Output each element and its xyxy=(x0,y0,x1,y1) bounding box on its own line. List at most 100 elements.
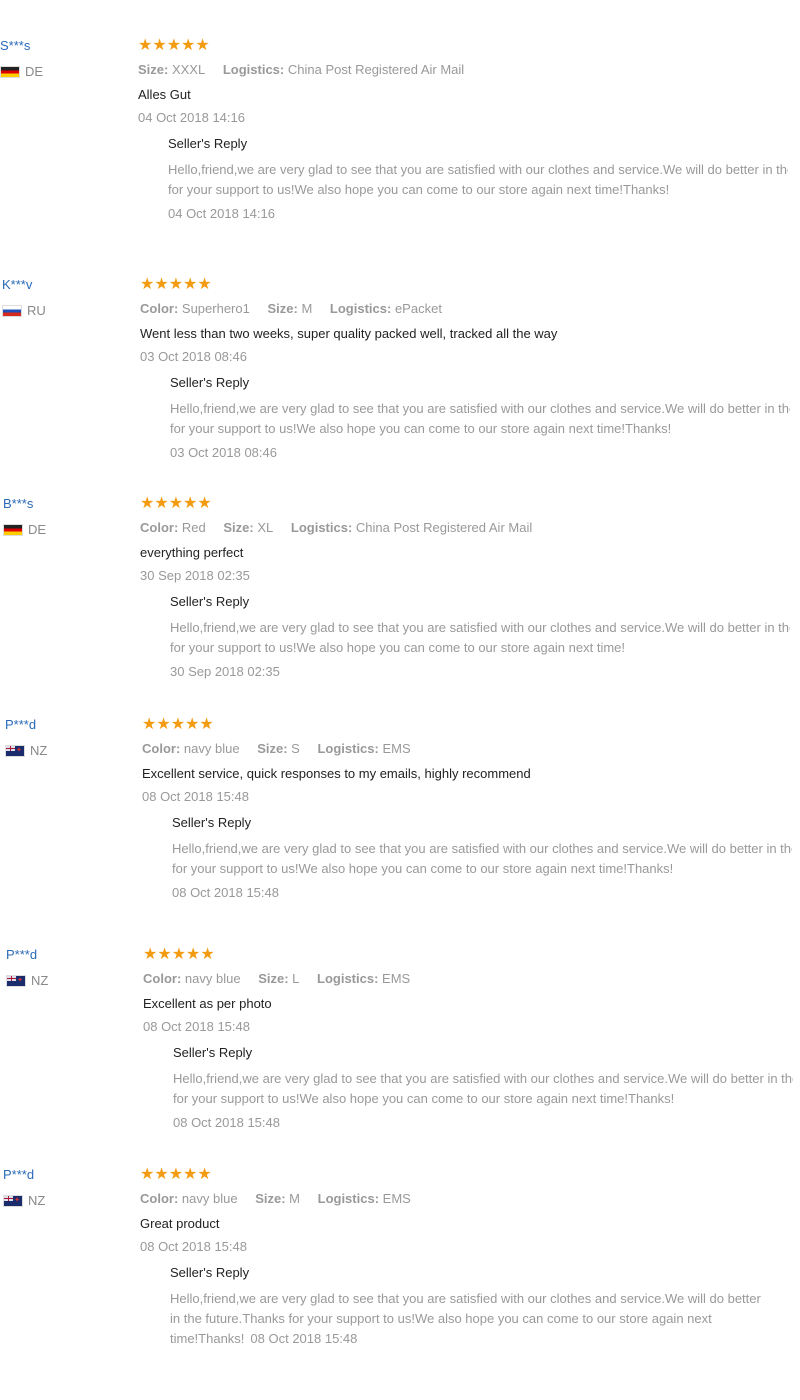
seller-reply: Seller's Reply Hello,friend,we are very … xyxy=(173,1045,800,1133)
review-body: ★★★★★ Size: XXXL Logistics: China Post R… xyxy=(138,38,798,224)
flag-icon xyxy=(6,974,26,987)
flag-icon xyxy=(2,304,22,317)
buyer-country: DE xyxy=(3,522,46,537)
attr-value: navy blue xyxy=(181,1191,238,1206)
buyer-name[interactable]: S***s xyxy=(0,38,30,53)
buyer-country: NZ xyxy=(5,743,47,758)
seller-reply-date: 04 Oct 2018 14:16 xyxy=(168,206,275,221)
review-date: 08 Oct 2018 15:48 xyxy=(142,789,249,804)
country-code: DE xyxy=(25,64,44,79)
attr-key: Logistics: xyxy=(329,301,392,316)
attr-key: Size: xyxy=(257,741,288,756)
order-attributes: Size: XXXL Logistics: China Post Registe… xyxy=(138,62,798,80)
attr-key: Logistics: xyxy=(317,741,379,756)
seller-reply-text: Hello,friend,we are very glad to see tha… xyxy=(168,160,788,200)
order-attributes: Color: navy blue Size: S Logistics: EMS xyxy=(142,741,800,759)
country-code: NZ xyxy=(30,743,48,758)
attr-key: Size: xyxy=(223,520,254,535)
buyer-name[interactable]: P***d xyxy=(5,717,36,732)
attr-value: EMS xyxy=(382,1191,411,1206)
reply-line: Hello,friend,we are very glad to see tha… xyxy=(170,401,790,416)
reply-line-end: time!Thanks! xyxy=(170,1331,245,1346)
review-date: 04 Oct 2018 14:16 xyxy=(138,110,245,125)
star-rating: ★★★★★ xyxy=(143,946,215,963)
flag-icon xyxy=(3,523,23,536)
reply-line: for your support to us!We also hope you … xyxy=(173,1091,675,1106)
attr-value: ePacket xyxy=(394,301,442,316)
seller-reply-title: Seller's Reply xyxy=(170,594,250,609)
seller-reply-date: 03 Oct 2018 08:46 xyxy=(170,445,277,460)
review-text: Went less than two weeks, super quality … xyxy=(140,326,558,341)
country-code: NZ xyxy=(31,973,49,988)
attr-value: EMS xyxy=(382,971,411,986)
review-body: ★★★★★ Color: Red Size: XL Logistics: Chi… xyxy=(140,496,800,682)
buyer-name[interactable]: B***s xyxy=(3,496,33,511)
attr-value: navy blue xyxy=(184,971,241,986)
seller-reply-date: 30 Sep 2018 02:35 xyxy=(170,664,280,679)
flag-icon xyxy=(0,65,20,78)
attr-value: Red xyxy=(181,520,206,535)
attr-key: Logistics: xyxy=(290,520,353,535)
buyer-name[interactable]: K***v xyxy=(2,277,32,292)
attr-value: EMS xyxy=(382,741,411,756)
country-code: DE xyxy=(28,522,47,537)
order-attributes: Color: navy blue Size: M Logistics: EMS xyxy=(140,1191,800,1209)
buyer-country: DE xyxy=(0,64,43,79)
seller-reply-text: Hello,friend,we are very glad to see tha… xyxy=(170,618,790,658)
seller-reply-title: Seller's Reply xyxy=(170,375,250,390)
seller-reply-title: Seller's Reply xyxy=(170,1265,250,1280)
attr-key: Color: xyxy=(143,971,182,986)
flag-icon xyxy=(3,1194,23,1207)
star-rating: ★★★★★ xyxy=(140,495,212,512)
review-list: S***s DE ★★★★★ Size: XXXL Logistics: Chi… xyxy=(0,0,800,1400)
attr-key: Size: xyxy=(255,1191,286,1206)
seller-reply-date: 08 Oct 2018 15:48 xyxy=(173,1115,280,1130)
seller-reply-text: Hello,friend,we are very glad to see tha… xyxy=(172,839,792,879)
reply-line: for your support to us!We also hope you … xyxy=(172,861,674,876)
star-rating: ★★★★★ xyxy=(140,276,212,293)
attr-value: navy blue xyxy=(183,741,240,756)
attr-key: Size: xyxy=(267,301,298,316)
review-text: everything perfect xyxy=(140,545,244,560)
reply-line: Hello,friend,we are very glad to see tha… xyxy=(172,841,792,856)
review-body: ★★★★★ Color: Superhero1 Size: M Logistic… xyxy=(140,277,800,463)
attr-value: S xyxy=(291,741,300,756)
review-date: 08 Oct 2018 15:48 xyxy=(140,1239,247,1254)
review-text: Excellent as per photo xyxy=(143,996,272,1011)
buyer-country: NZ xyxy=(6,973,48,988)
seller-reply: Seller's Reply Hello,friend,we are very … xyxy=(170,594,800,682)
attr-value: L xyxy=(292,971,300,986)
attr-key: Color: xyxy=(140,520,179,535)
attr-key: Logistics: xyxy=(317,971,379,986)
reply-line: Hello,friend,we are very glad to see tha… xyxy=(170,620,790,635)
buyer-country: RU xyxy=(2,303,46,318)
seller-reply-title: Seller's Reply xyxy=(168,136,248,151)
attr-value: XXXL xyxy=(171,62,206,77)
attr-value: China Post Registered Air Mail xyxy=(287,62,465,77)
seller-reply-title: Seller's Reply xyxy=(172,815,252,830)
review-date: 03 Oct 2018 08:46 xyxy=(140,349,247,364)
review-body: ★★★★★ Color: navy blue Size: L Logistics… xyxy=(143,947,800,1133)
attr-value: China Post Registered Air Mail xyxy=(355,520,533,535)
attr-key: Logistics: xyxy=(317,1191,380,1206)
order-attributes: Color: Superhero1 Size: M Logistics: ePa… xyxy=(140,301,800,319)
reply-line: for your support to us!We also hope you … xyxy=(170,421,672,436)
seller-reply: Seller's Reply Hello,friend,we are very … xyxy=(170,375,800,463)
country-code: NZ xyxy=(28,1193,46,1208)
seller-reply-title: Seller's Reply xyxy=(173,1045,253,1060)
reply-line: time!Thanks! 08 Oct 2018 15:48 xyxy=(170,1329,790,1349)
review-date: 08 Oct 2018 15:48 xyxy=(143,1019,250,1034)
reply-line: Hello,friend,we are very glad to see tha… xyxy=(168,162,788,177)
attr-key: Color: xyxy=(140,301,179,316)
seller-reply: Seller's Reply Hello,friend,we are very … xyxy=(168,136,798,224)
seller-reply-text: Hello,friend,we are very glad to see tha… xyxy=(170,1289,790,1349)
review-date: 30 Sep 2018 02:35 xyxy=(140,568,250,583)
buyer-name[interactable]: P***d xyxy=(6,947,37,962)
attr-key: Size: xyxy=(138,62,169,77)
reply-line: in the future.Thanks for your support to… xyxy=(170,1311,712,1326)
star-rating: ★★★★★ xyxy=(140,1166,212,1183)
review-text: Great product xyxy=(140,1216,220,1231)
attr-value: M xyxy=(301,301,313,316)
buyer-name[interactable]: P***d xyxy=(3,1167,34,1182)
seller-reply: Seller's Reply Hello,friend,we are very … xyxy=(170,1265,800,1349)
